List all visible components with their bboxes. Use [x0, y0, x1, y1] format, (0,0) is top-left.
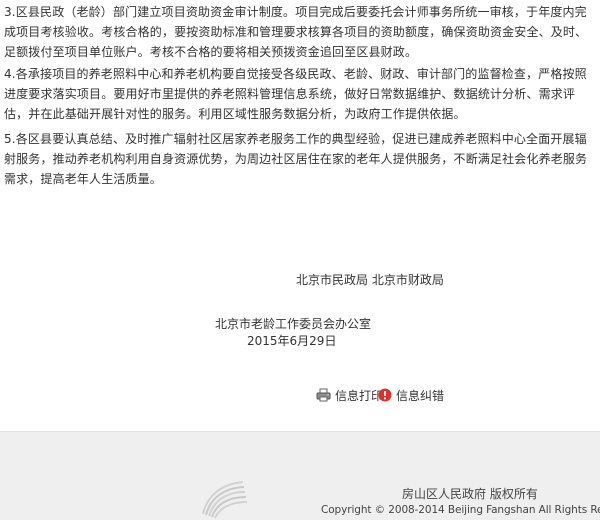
footer-owner: 房山区人民政府 版权所有	[402, 487, 538, 501]
footer-copyright: Copyright © 2008-2014 Beijing Fangshan A…	[321, 504, 600, 516]
article-paragraph-5: 5.各区县要认真总结、及时推广辐射社区居家养老服务工作的典型经验，促进已建成养老…	[4, 132, 588, 186]
printer-icon	[316, 388, 331, 402]
fangshan-emblem-logo	[202, 481, 248, 519]
article-body: 3.区县民政（老龄）部门建立项目资助资金审计制度。项目完成后要委托会计师事务所统…	[0, 0, 600, 430]
report-error-link[interactable]: 信息纠错	[378, 386, 444, 404]
article-paragraph-4: 4.各承接项目的养老照料中心和养老机构要自觉接受各级民政、老龄、财政、审计部门的…	[4, 67, 587, 121]
signature-date: 2015年6月29日	[247, 334, 337, 348]
error-link-label: 信息纠错	[396, 388, 445, 403]
print-article-link[interactable]: 信息打印	[316, 386, 383, 404]
article-paragraph-3: 3.区县民政（老龄）部门建立项目资助资金审计制度。项目完成后要委托会计师事务所统…	[4, 5, 588, 59]
signature-bureaus: 北京市民政局 北京市财政局	[296, 273, 444, 287]
print-link-label: 信息打印	[335, 388, 384, 403]
signature-office: 北京市老龄工作委员会办公室	[215, 317, 372, 331]
site-footer: 房山区人民政府 版权所有 Copyright © 2008-2014 Beiji…	[0, 431, 600, 520]
error-report-icon	[378, 388, 392, 402]
